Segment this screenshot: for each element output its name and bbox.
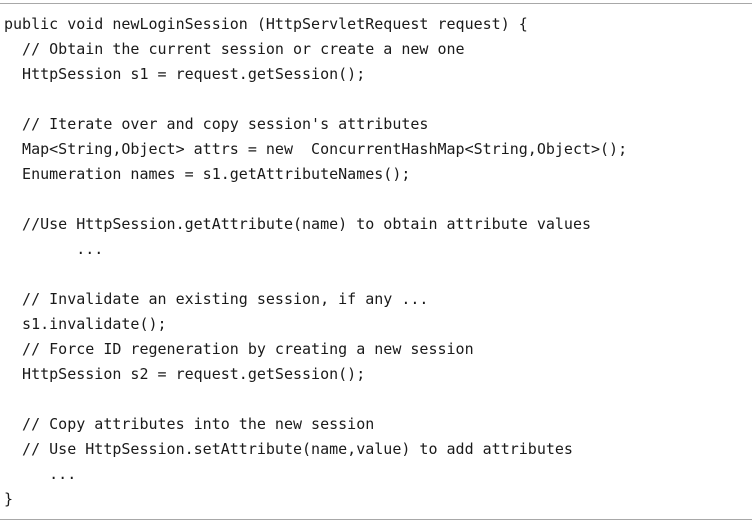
code-listing: public void newLoginSession (HttpServlet… [0, 3, 752, 520]
code-line-comment-set-attribute: // Use HttpSession.setAttribute(name,val… [4, 440, 573, 458]
code-line-enumeration-names: Enumeration names = s1.getAttributeNames… [4, 165, 411, 183]
code-line-get-session-s2: HttpSession s2 = request.getSession(); [4, 365, 366, 383]
code-line-invalidate-call: s1.invalidate(); [4, 315, 167, 333]
code-line-comment-copy-attributes: // Copy attributes into the new session [4, 415, 375, 433]
code-line-comment-get-attribute: //Use HttpSession.getAttribute(name) to … [4, 215, 591, 233]
code-line-comment-invalidate: // Invalidate an existing session, if an… [4, 290, 429, 308]
code-line-method-signature: public void newLoginSession (HttpServlet… [4, 15, 528, 33]
code-line-ellipsis: ... [4, 240, 104, 258]
code-line-comment-obtain-session: // Obtain the current session or create … [4, 40, 465, 58]
code-line-comment-force-regeneration: // Force ID regeneration by creating a n… [4, 340, 474, 358]
code-line-closing-brace: } [4, 490, 14, 508]
code-line-ellipsis: ... [4, 465, 77, 483]
code-line-get-session-s1: HttpSession s1 = request.getSession(); [4, 65, 366, 83]
code-line-map-attrs: Map<String,Object> attrs = new Concurren… [4, 140, 628, 158]
code-line-comment-iterate: // Iterate over and copy session's attri… [4, 115, 429, 133]
